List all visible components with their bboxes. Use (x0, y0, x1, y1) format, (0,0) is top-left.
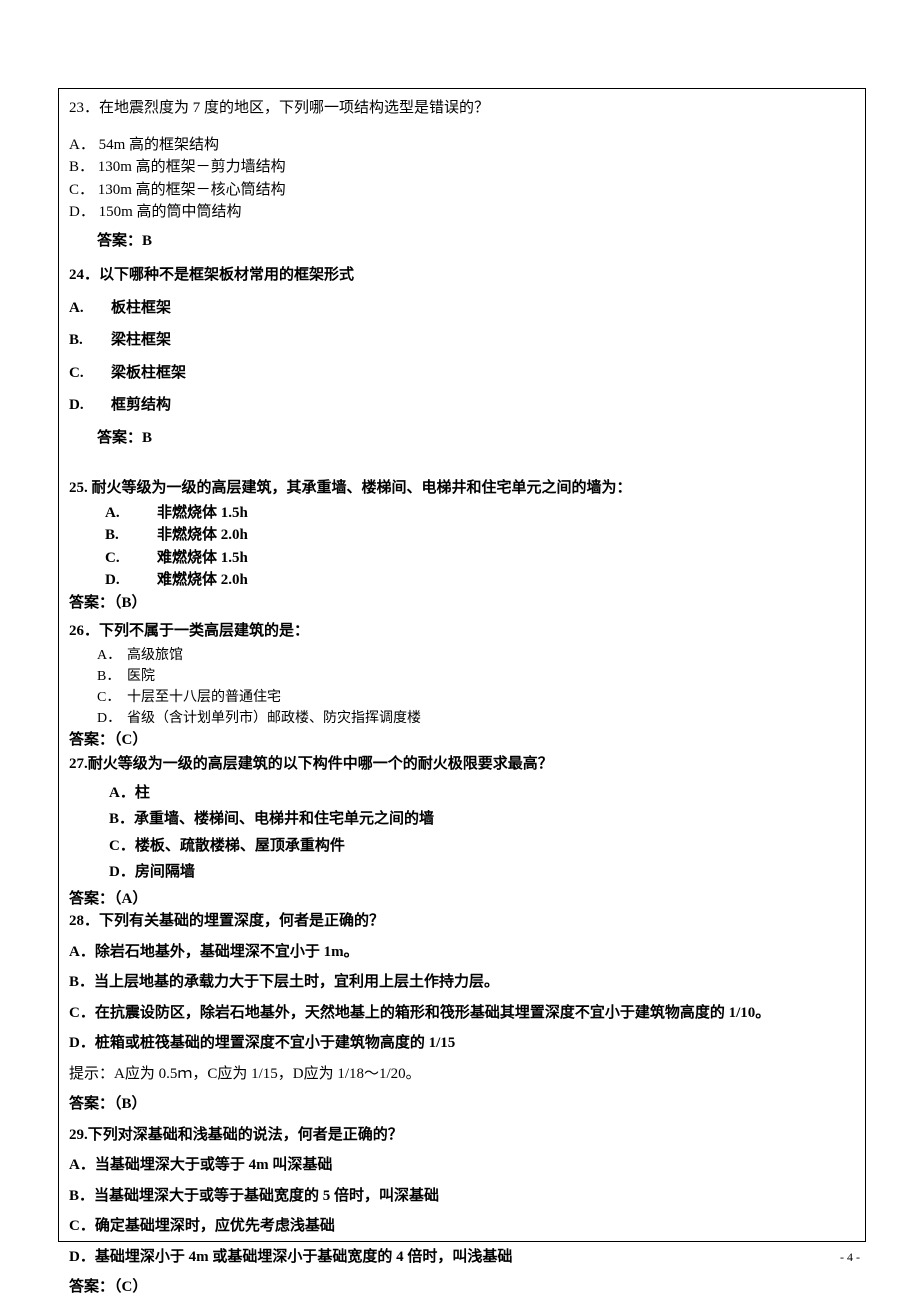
q25-option-d: D.难燃烧体 2.0h (69, 569, 855, 592)
q26-option-a: A．高级旅馆 (69, 645, 855, 666)
q24-option-d: D.框剪结构 (69, 394, 855, 417)
q25-answer: 答案：（B） (69, 592, 855, 615)
q26-option-b: B．医院 (69, 666, 855, 687)
question-24: 24．以下哪种不是框架板材常用的框架形式 A.板柱框架 B.梁柱框架 C.梁板柱… (69, 264, 855, 449)
q29-option-a: A．当基础埋深大于或等于 4m 叫深基础 (69, 1154, 855, 1177)
q26-answer: 答案：（C） (69, 729, 855, 752)
q24-answer: 答案：B (69, 427, 855, 450)
page-number: - 4 - (840, 1248, 860, 1266)
page-content: 23．在地震烈度为 7 度的地区，下列哪一项结构选型是错误的？ A． 54m 高… (58, 88, 866, 1242)
q25-option-c: C.难燃烧体 1.5h (69, 547, 855, 570)
q29-title: 29.下列对深基础和浅基础的说法，何者是正确的？ (69, 1124, 855, 1147)
q26-option-c: C．十层至十八层的普通住宅 (69, 687, 855, 708)
q28-answer: 答案：（B） (69, 1093, 855, 1116)
q28-hint: 提示：A应为 0.5ｍ，C应为 1/15，D应为 1/18～1/20。 (69, 1063, 855, 1086)
q27-answer: 答案：（A） (69, 888, 855, 911)
q23-option-a: A． 54m 高的框架结构 (69, 134, 855, 157)
q25-option-a: A.非燃烧体 1.5h (69, 502, 855, 525)
question-25: 25. 耐火等级为一级的高层建筑，其承重墙、楼梯间、电梯井和住宅单元之间的墙为：… (69, 477, 855, 614)
question-28: 28．下列有关基础的埋置深度，何者是正确的？ A．除岩石地基外，基础埋深不宜小于… (69, 910, 855, 1116)
q28-option-b: B．当上层地基的承载力大于下层土时，宜利用上层土作持力层。 (69, 971, 855, 994)
q24-title: 24．以下哪种不是框架板材常用的框架形式 (69, 264, 855, 287)
q23-options: A． 54m 高的框架结构 B． 130m 高的框架－剪力墙结构 C． 130m… (69, 134, 855, 224)
q24-option-b: B.梁柱框架 (69, 329, 855, 352)
q26-option-d: D．省级（含计划单列市）邮政楼、防灾指挥调度楼 (69, 708, 855, 729)
q29-option-d: D．基础埋深小于 4m 或基础埋深小于基础宽度的 4 倍时，叫浅基础 (69, 1246, 855, 1269)
q27-option-c: C．楼板、疏散楼梯、屋顶承重构件 (69, 835, 855, 858)
q28-option-d: D．桩箱或桩筏基础的埋置深度不宜小于建筑物高度的 1/15 (69, 1032, 855, 1055)
q27-option-b: B．承重墙、楼梯间、电梯井和住宅单元之间的墙 (69, 808, 855, 831)
q25-title: 25. 耐火等级为一级的高层建筑，其承重墙、楼梯间、电梯井和住宅单元之间的墙为： (69, 477, 855, 500)
q29-option-b: B．当基础埋深大于或等于基础宽度的 5 倍时，叫深基础 (69, 1185, 855, 1208)
question-26: 26．下列不属于一类高层建筑的是： A．高级旅馆 B．医院 C．十层至十八层的普… (69, 620, 855, 751)
q29-answer: 答案：（C） (69, 1276, 855, 1299)
q23-option-b: B． 130m 高的框架－剪力墙结构 (69, 156, 855, 179)
q23-option-c: C． 130m 高的框架－核心筒结构 (69, 179, 855, 202)
q28-option-c: C．在抗震设防区，除岩石地基外，天然地基上的箱形和筏形基础其埋置深度不宜小于建筑… (69, 1002, 855, 1025)
q25-option-b: B.非燃烧体 2.0h (69, 524, 855, 547)
q27-option-a: A．柱 (69, 782, 855, 805)
q24-option-a: A.板柱框架 (69, 297, 855, 320)
q27-title: 27.耐火等级为一级的高层建筑的以下构件中哪一个的耐火极限要求最高？ (69, 753, 855, 776)
q24-option-c: C.梁板柱框架 (69, 362, 855, 385)
q23-option-d: D． 150m 高的筒中筒结构 (69, 201, 855, 224)
q28-title: 28．下列有关基础的埋置深度，何者是正确的？ (69, 910, 855, 933)
q27-option-d: D．房间隔墙 (69, 861, 855, 884)
question-27: 27.耐火等级为一级的高层建筑的以下构件中哪一个的耐火极限要求最高？ A．柱 B… (69, 753, 855, 910)
q29-option-c: C．确定基础埋深时，应优先考虑浅基础 (69, 1215, 855, 1238)
q23-answer: 答案：B (69, 230, 855, 253)
question-23: 23．在地震烈度为 7 度的地区，下列哪一项结构选型是错误的？ A． 54m 高… (69, 97, 855, 252)
question-29: 29.下列对深基础和浅基础的说法，何者是正确的？ A．当基础埋深大于或等于 4m… (69, 1124, 855, 1299)
q26-title: 26．下列不属于一类高层建筑的是： (69, 620, 855, 643)
q28-option-a: A．除岩石地基外，基础埋深不宜小于 1m。 (69, 941, 855, 964)
q23-title: 23．在地震烈度为 7 度的地区，下列哪一项结构选型是错误的？ (69, 97, 855, 120)
